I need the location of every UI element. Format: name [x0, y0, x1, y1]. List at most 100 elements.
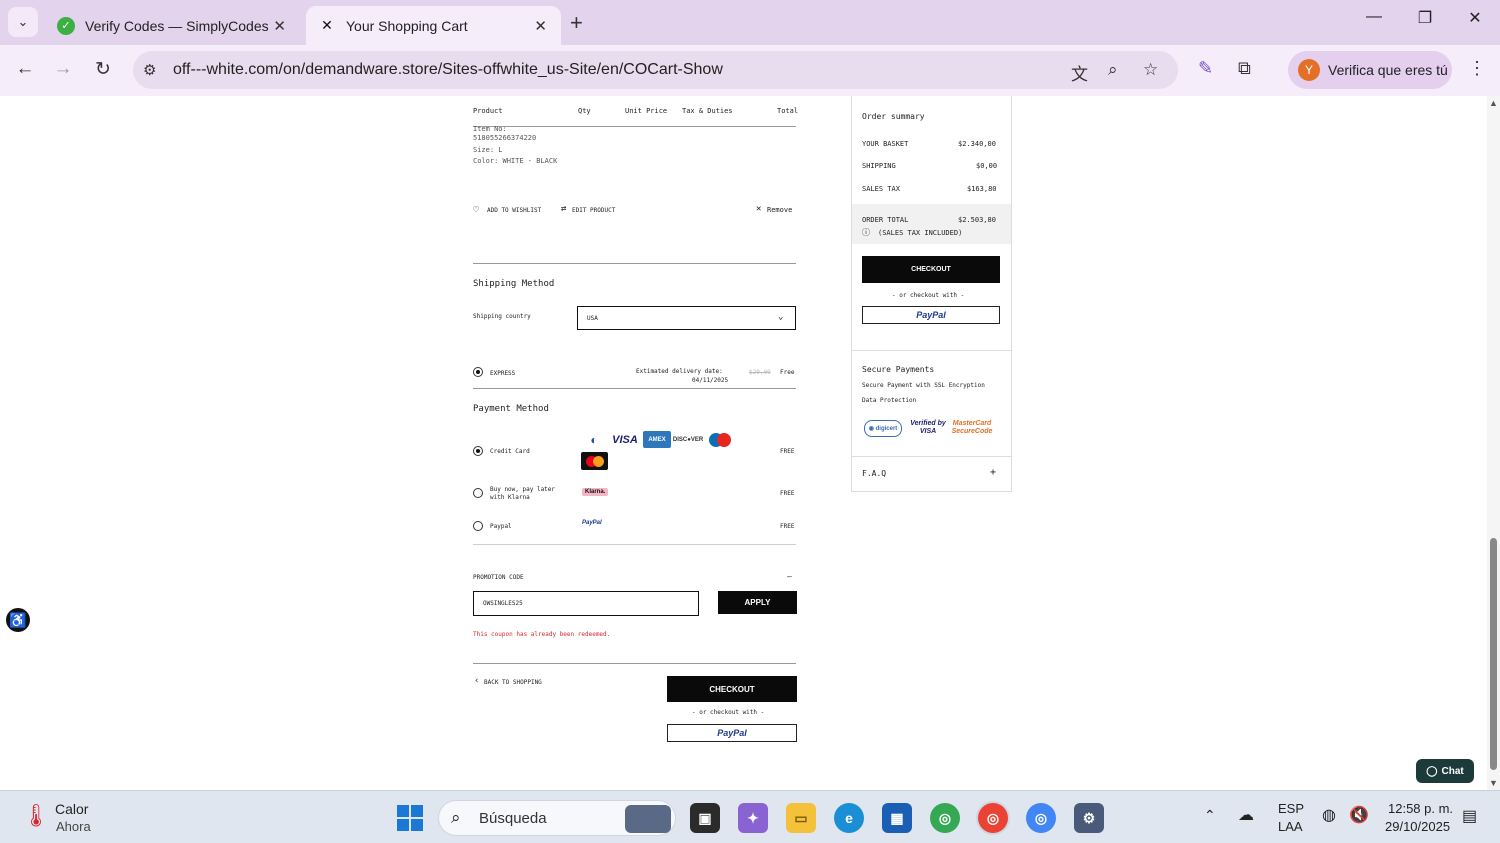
- minimize-button[interactable]: —: [1359, 8, 1389, 26]
- onedrive-cloud-icon[interactable]: ☁: [1238, 805, 1254, 825]
- tab-title: Your Shopping Cart: [346, 17, 468, 34]
- tab-strip: ⌄ ✓ Verify Codes — SimplyCodes ✕ ✕ Your …: [0, 0, 1500, 45]
- site-info-icon[interactable]: ⚙: [143, 61, 156, 79]
- paypal-label: Paypal: [490, 523, 512, 530]
- forward-button[interactable]: →: [50, 58, 76, 80]
- windows-start-icon[interactable]: [397, 805, 423, 831]
- summary-paypal-button[interactable]: PayPal: [862, 306, 1000, 324]
- credit-card-label: Credit Card: [490, 448, 530, 455]
- info-icon: ⓘ: [862, 228, 870, 237]
- shipping-country-select[interactable]: USA ⌄: [577, 306, 796, 330]
- close-tab-icon[interactable]: ✕: [534, 17, 547, 35]
- tab-shopping-cart[interactable]: ✕ Your Shopping Cart ✕: [306, 6, 561, 45]
- search-highlight-icon: [625, 805, 671, 833]
- chevron-up-icon[interactable]: ⌃: [1204, 807, 1216, 824]
- paypal-radio[interactable]: [473, 521, 483, 531]
- credit-card-radio[interactable]: [473, 446, 483, 456]
- app-icon[interactable]: ⚙: [1074, 803, 1104, 833]
- copilot-icon[interactable]: ✦: [738, 803, 768, 833]
- restore-button[interactable]: ❐: [1410, 8, 1440, 28]
- divider: [473, 544, 796, 545]
- tab-verify-codes[interactable]: ✓ Verify Codes — SimplyCodes ✕: [45, 6, 300, 45]
- item-size: Size: L: [473, 146, 503, 154]
- express-radio[interactable]: [473, 367, 483, 377]
- mastercard-securecode-icon: MasterCard SecureCode: [951, 420, 993, 435]
- lang-bottom[interactable]: LAA: [1278, 819, 1303, 834]
- edit-icon[interactable]: ⇄: [561, 204, 566, 214]
- chevron-left-icon[interactable]: ‹: [474, 676, 479, 686]
- klarna-label-line1: Buy now, pay later: [490, 486, 556, 493]
- promo-toggle[interactable]: —: [787, 572, 792, 581]
- pen-extension-icon[interactable]: ✎: [1198, 58, 1213, 79]
- basket-value: $2.340,00: [958, 140, 996, 148]
- remove-link[interactable]: Remove: [767, 206, 792, 214]
- address-bar[interactable]: ⚙ off---white.com/on/demandware.store/Si…: [133, 51, 1178, 89]
- scroll-down-icon[interactable]: ▼: [1489, 778, 1498, 788]
- reload-button[interactable]: ↻: [90, 58, 116, 81]
- extensions-icon[interactable]: ⧉: [1238, 58, 1251, 79]
- klarna-radio[interactable]: [473, 488, 483, 498]
- edge-icon[interactable]: e: [834, 803, 864, 833]
- scroll-up-icon[interactable]: ▲: [1489, 98, 1498, 108]
- tab-title: Verify Codes — SimplyCodes: [85, 17, 269, 34]
- old-shipping-price: $20,00: [749, 369, 771, 376]
- taskbar-search[interactable]: ⌕ Búsqueda: [438, 800, 676, 836]
- chrome-profile-2-icon[interactable]: ◎: [1026, 803, 1056, 833]
- tab-search-button[interactable]: ⌄: [8, 7, 38, 37]
- heart-icon[interactable]: ♡: [473, 205, 479, 216]
- notifications-icon[interactable]: ▤: [1462, 806, 1477, 826]
- edit-product-link[interactable]: EDIT PRODUCT: [572, 207, 615, 214]
- weather-title[interactable]: Calor: [55, 801, 88, 817]
- paypal-fee: FREE: [780, 523, 795, 530]
- zoom-icon[interactable]: ⌕: [1108, 60, 1118, 80]
- paypal-checkout-button[interactable]: PayPal: [667, 724, 797, 742]
- shipping-price: Free: [780, 369, 795, 376]
- network-globe-icon[interactable]: ◍: [1322, 805, 1336, 825]
- file-explorer-icon[interactable]: ▭: [786, 803, 816, 833]
- page-scrollbar[interactable]: ▲ ▼: [1487, 96, 1500, 790]
- clock-time[interactable]: 12:58 p. m.: [1388, 801, 1453, 816]
- accessibility-icon[interactable]: ♿: [6, 608, 30, 632]
- volume-muted-icon[interactable]: 🔇: [1349, 805, 1369, 825]
- translate-icon[interactable]: 文: [1071, 60, 1088, 85]
- windows-taskbar: 🌡 Calor Ahora ⌕ Búsqueda ▣ ✦ ▭ e ▦ ◎ ◎ ◎…: [0, 790, 1500, 843]
- profile-button[interactable]: Y Verifica que eres tú: [1288, 51, 1452, 89]
- paypal-badge: PayPal: [582, 520, 602, 526]
- clock-date[interactable]: 29/10/2025: [1385, 819, 1450, 834]
- chat-button[interactable]: ◯ Chat: [1416, 759, 1474, 783]
- bookmark-star-icon[interactable]: ☆: [1143, 60, 1158, 80]
- lang-top[interactable]: ESP: [1278, 801, 1304, 816]
- menu-kebab-icon[interactable]: ⋮: [1468, 58, 1486, 79]
- back-to-shopping-link[interactable]: BACK TO SHOPPING: [484, 679, 542, 686]
- faq-toggle[interactable]: +: [990, 467, 996, 478]
- express-label: EXPRESS: [490, 370, 516, 377]
- close-window-button[interactable]: ✕: [1460, 8, 1490, 28]
- divider: [473, 263, 796, 264]
- chevron-down-icon: ⌄: [17, 14, 29, 29]
- shipping-country-value: USA: [587, 315, 598, 322]
- new-tab-button[interactable]: +: [570, 10, 583, 36]
- summary-checkout-button[interactable]: CHECKOUT: [862, 256, 1000, 283]
- close-tab-icon[interactable]: ✕: [273, 17, 286, 35]
- chrome-active-icon[interactable]: ◎: [978, 803, 1008, 833]
- scrollbar-thumb[interactable]: [1490, 538, 1497, 770]
- chat-label: Chat: [1441, 765, 1464, 777]
- promo-code-input[interactable]: OWSINGLES25: [473, 591, 699, 616]
- checkout-button[interactable]: CHECKOUT: [667, 676, 797, 702]
- apply-button[interactable]: APPLY: [718, 591, 797, 614]
- add-to-wishlist-link[interactable]: ADD TO WISHLIST: [487, 207, 541, 214]
- col-qty: Qty: [578, 107, 591, 115]
- task-view-icon[interactable]: ▣: [690, 803, 720, 833]
- remove-icon[interactable]: ✕: [756, 204, 761, 214]
- maestro-icon: [706, 431, 734, 448]
- back-button[interactable]: ←: [12, 58, 38, 80]
- thermometer-icon[interactable]: 🌡: [22, 803, 50, 829]
- faq-label[interactable]: F.A.Q: [862, 469, 886, 478]
- order-summary-title: Order summary: [862, 112, 925, 121]
- order-total-block: ORDER TOTAL $2.503,80 ⓘ (SALES TAX INCLU…: [852, 204, 1011, 244]
- store-icon[interactable]: ▦: [882, 803, 912, 833]
- credit-card-fee: FREE: [780, 448, 795, 455]
- offwhite-logo-icon: ✕: [321, 17, 333, 33]
- chrome-profile-1-icon[interactable]: ◎: [930, 803, 960, 833]
- url-text[interactable]: off---white.com/on/demandware.store/Site…: [173, 61, 723, 79]
